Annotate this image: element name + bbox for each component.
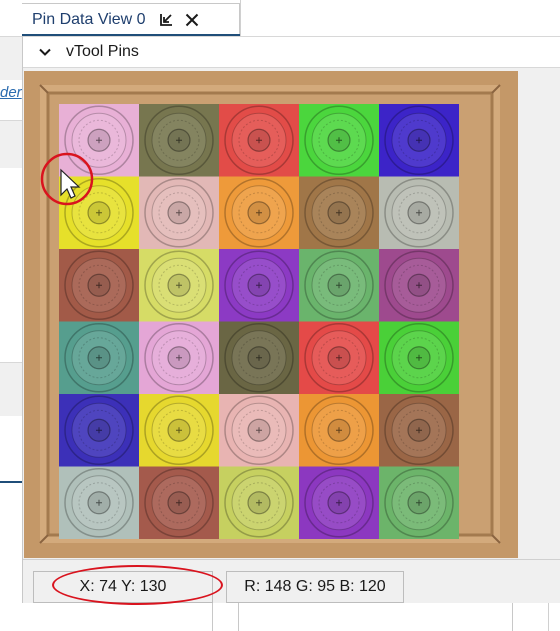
background-divider xyxy=(512,603,513,631)
tab-pin-data-view[interactable]: Pin Data View 0 xyxy=(22,3,240,36)
pin-cell[interactable] xyxy=(299,249,379,322)
pin-cell[interactable] xyxy=(219,249,299,322)
pin-cell[interactable] xyxy=(379,176,459,250)
pin-cell[interactable] xyxy=(379,321,459,395)
background-toolbar-area xyxy=(240,0,560,36)
pin-cell[interactable] xyxy=(139,249,219,322)
tab-title: Pin Data View 0 xyxy=(32,11,146,28)
pin-cell[interactable] xyxy=(379,394,459,467)
section-header-vtool-pins[interactable]: vTool Pins xyxy=(23,36,560,68)
pin-cell[interactable] xyxy=(139,176,219,250)
image-view[interactable] xyxy=(24,71,518,558)
pin-cell[interactable] xyxy=(59,104,139,177)
pin-cell[interactable] xyxy=(219,466,299,540)
pin-cell[interactable] xyxy=(219,104,299,177)
pin-cell[interactable] xyxy=(299,321,379,395)
background-divider xyxy=(0,481,22,483)
background-panel-strip xyxy=(0,362,22,416)
pin-data-view-panel: vTool Pins X: 74 Y: 130 R: 148 G: 95 B: … xyxy=(22,36,560,605)
pin-cell[interactable] xyxy=(299,176,379,250)
pin-cell[interactable] xyxy=(299,394,379,467)
pin-cell[interactable] xyxy=(59,321,139,395)
pin-cell[interactable] xyxy=(299,104,379,177)
pin-cell[interactable] xyxy=(379,249,459,322)
pin-cell[interactable] xyxy=(299,466,379,540)
pin-cell[interactable] xyxy=(139,394,219,467)
pin-cell[interactable] xyxy=(139,321,219,395)
background-divider xyxy=(238,603,239,631)
pixel-rgb-value: R: 148 G: 95 B: 120 xyxy=(226,571,404,603)
pin-cell[interactable] xyxy=(59,249,139,322)
pin-cell[interactable] xyxy=(379,104,459,177)
background-divider xyxy=(212,603,213,631)
pin-cell[interactable] xyxy=(219,394,299,467)
background-panel-strip xyxy=(0,36,22,80)
background-link[interactable]: der xyxy=(0,84,22,101)
undock-icon[interactable] xyxy=(156,10,176,30)
pin-cell[interactable] xyxy=(219,321,299,395)
pin-cell[interactable] xyxy=(59,394,139,467)
status-bar: X: 74 Y: 130 R: 148 G: 95 B: 120 xyxy=(23,559,560,605)
cursor-coordinates: X: 74 Y: 130 xyxy=(33,571,213,603)
battery-box-image xyxy=(24,71,518,558)
chevron-down-icon[interactable] xyxy=(36,43,54,61)
pin-cell[interactable] xyxy=(139,104,219,177)
section-title: vTool Pins xyxy=(66,43,139,60)
background-panel-strip xyxy=(0,120,22,168)
close-icon[interactable] xyxy=(182,10,202,30)
pin-cell[interactable] xyxy=(379,466,459,540)
pin-cell[interactable] xyxy=(59,466,139,540)
pin-cell[interactable] xyxy=(219,176,299,250)
pin-cell[interactable] xyxy=(139,466,219,540)
